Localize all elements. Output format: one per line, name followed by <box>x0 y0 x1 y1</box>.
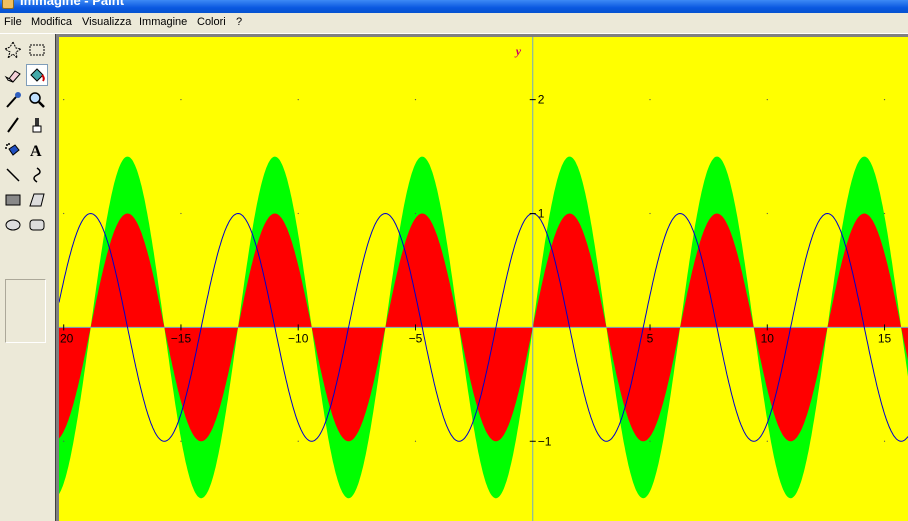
grid-dot <box>297 440 299 442</box>
menu-file[interactable]: File <box>4 16 22 28</box>
menu-bar: File Modifica Visualizza Immagine Colori… <box>0 13 908 34</box>
rounded-rectangle-tool[interactable] <box>26 214 48 236</box>
y-tick-label-0: 2 <box>538 93 545 107</box>
window-title: Immagine - Paint <box>20 0 125 8</box>
x-tick-label-6: 15 <box>878 331 892 345</box>
menu-visualizza[interactable]: Visualizza <box>82 16 131 28</box>
grid-dot <box>63 99 65 101</box>
grid-dot <box>63 212 65 215</box>
curve-tool[interactable] <box>26 164 48 186</box>
magnifier-tool[interactable] <box>26 89 48 111</box>
grid-dot <box>414 212 417 215</box>
rectangle-tool[interactable] <box>2 189 24 211</box>
drawing-canvas[interactable]: 20 −15 −10 −5 5 10 15 2 1 −1 y <box>59 37 908 521</box>
airbrush-tool[interactable] <box>2 139 24 161</box>
grid-dot <box>297 99 299 101</box>
free-form-select-tool[interactable] <box>2 39 24 61</box>
y-tick-label-2: −1 <box>538 434 552 448</box>
rect-select-tool[interactable] <box>26 39 48 61</box>
text-tool[interactable]: A <box>26 139 48 161</box>
grid-dot <box>649 212 651 215</box>
brush-tool[interactable] <box>26 114 48 136</box>
grid-dot <box>766 212 768 215</box>
tool-options-box[interactable] <box>5 279 46 343</box>
svg-text:A: A <box>30 143 42 160</box>
menu-immagine[interactable]: Immagine <box>139 16 187 28</box>
ellipse-tool[interactable] <box>2 214 24 236</box>
x-tick-label-1: −15 <box>171 331 192 345</box>
title-bar: Immagine - Paint <box>0 0 908 13</box>
grid-dot <box>180 99 182 101</box>
line-tool[interactable] <box>2 164 24 186</box>
grid-dot <box>414 99 417 101</box>
grid-dot <box>180 212 182 215</box>
menu-help[interactable]: ? <box>236 16 242 28</box>
paint-app-icon[interactable] <box>2 0 14 9</box>
grid-dot <box>766 99 768 101</box>
y-tick-label-1: 1 <box>538 207 545 221</box>
fill-with-color-tool[interactable] <box>26 64 48 86</box>
x-tick-label-4: 5 <box>647 331 654 345</box>
eraser-tool[interactable] <box>2 64 24 86</box>
x-tick-label-5: 10 <box>761 331 775 345</box>
grid-dot <box>883 99 886 101</box>
x-tick-label-2: −10 <box>288 331 309 345</box>
grid-dot <box>414 440 417 442</box>
tool-box: A <box>0 34 54 521</box>
grid-dot <box>649 440 651 442</box>
y-axis-label: y <box>514 44 522 58</box>
grid-dot <box>883 212 886 215</box>
grid-dot <box>63 440 65 442</box>
polygon-tool[interactable] <box>26 189 48 211</box>
grid-dot <box>883 440 886 442</box>
menu-colori[interactable]: Colori <box>197 16 226 28</box>
grid-dot <box>766 440 768 442</box>
pick-color-tool[interactable] <box>2 89 24 111</box>
grid-dot <box>649 99 651 101</box>
grid-dot <box>297 212 299 215</box>
menu-modifica[interactable]: Modifica <box>31 16 72 28</box>
x-tick-label-0: 20 <box>60 331 74 345</box>
grid-dot <box>180 440 182 442</box>
x-tick-label-3: −5 <box>409 331 423 345</box>
pencil-tool[interactable] <box>2 114 24 136</box>
